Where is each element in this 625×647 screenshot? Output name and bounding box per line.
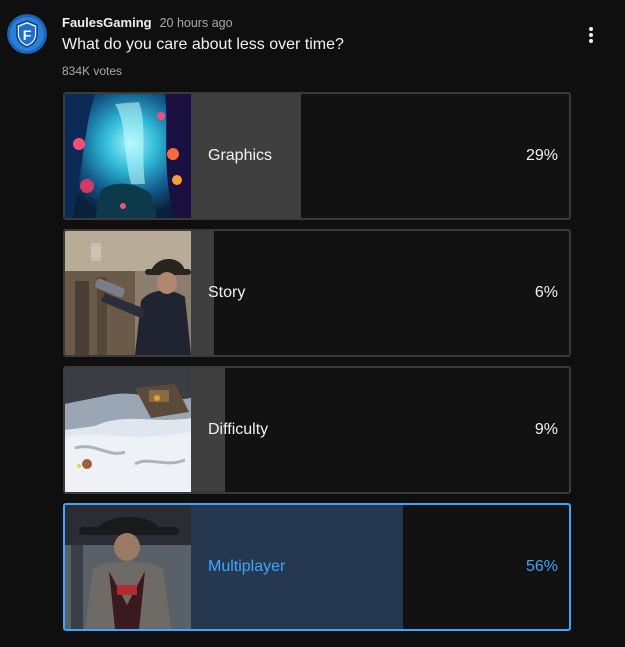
post-timestamp[interactable]: 20 hours ago [160,16,233,30]
poll-option-difficulty[interactable]: Difficulty 9% [63,366,571,494]
author-name[interactable]: FaulesGaming [62,15,152,30]
option-percent: 29% [525,147,558,164]
underwater-reef-image [65,94,191,218]
avatar-letter: F [23,27,32,43]
poll-option-story[interactable]: Story 6% [63,229,571,357]
cowboy-hat-portrait-image [65,505,191,629]
option-label: Graphics [208,147,273,164]
option-percent: 56% [525,558,558,575]
option-label: Story [208,284,246,301]
poll-option-multiplayer[interactable]: Multiplayer 56% [63,503,571,631]
post-header: FaulesGaming 20 hours ago [62,14,233,31]
more-options-button[interactable] [578,22,604,48]
option-percent: 6% [534,284,558,301]
poll-question: What do you care about less over time? [62,36,344,53]
vertical-ellipsis-icon [589,27,593,43]
channel-avatar[interactable]: F [7,14,47,54]
option-label: Difficulty [208,421,269,438]
cowboy-revolver-image [65,231,191,355]
shield-logo-icon: F [7,14,47,54]
option-label: Multiplayer [208,558,286,575]
snowy-battlefield-image [65,368,191,492]
option-percent: 9% [534,421,558,438]
poll-option-graphics[interactable]: Graphics 29% [63,92,571,220]
vote-count: 834K votes [62,64,123,78]
